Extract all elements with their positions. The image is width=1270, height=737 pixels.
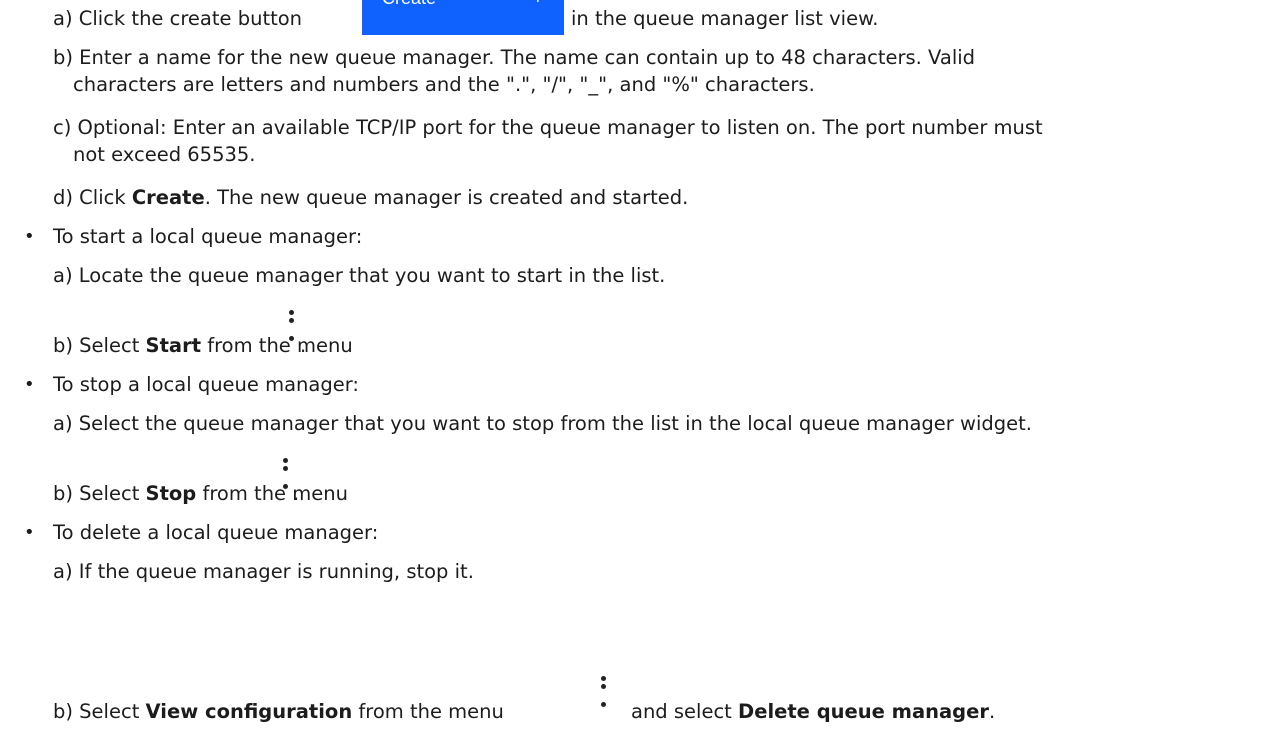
bullet-icon: •: [24, 226, 35, 247]
overflow-menu-icon: [601, 676, 607, 712]
click-create-prefix: d) Click: [53, 186, 132, 209]
plus-icon: +: [532, 0, 544, 13]
port-step-line1: c) Optional: Enter an available TCP/IP p…: [53, 116, 1043, 139]
stop-step-b-suffix: from the menu: [196, 482, 348, 505]
delete-queue-manager-bold: Delete queue manager: [738, 700, 989, 723]
delete-step-b: b) Select View configuration from the me…: [53, 697, 504, 726]
bullet-icon: •: [24, 522, 35, 543]
stop-heading: To stop a local queue manager:: [53, 373, 359, 396]
stop-step-b-prefix: b) Select: [53, 482, 146, 505]
bullet-icon: •: [24, 374, 35, 395]
port-step-line2: not exceed 65535.: [73, 143, 256, 166]
stop-step-a: a) Select the queue manager that you wan…: [53, 412, 1032, 435]
create-button[interactable]: Create +: [362, 0, 564, 35]
click-create-step: d) Click Create. The new queue manager i…: [53, 183, 688, 212]
stop-step-b: b) Select Stop from the menu: [53, 479, 348, 508]
delete-step-a: a) If the queue manager is running, stop…: [53, 560, 474, 583]
delete-step-b-middle: from the menu: [352, 700, 504, 723]
start-step-b-suffix: from the menu: [201, 334, 353, 357]
overflow-menu-icon: [289, 310, 295, 346]
start-step-b: b) Select Start from the menu: [53, 331, 353, 360]
start-heading: To start a local queue manager:: [53, 225, 363, 248]
delete-heading: To delete a local queue manager:: [53, 521, 379, 544]
start-step-a: a) Locate the queue manager that you wan…: [53, 264, 666, 287]
delete-step-b-and: and select: [631, 700, 739, 723]
delete-step-b-prefix: b) Select: [53, 700, 146, 723]
create-step-suffix: in the queue manager list view.: [571, 7, 879, 30]
create-step-line: a) Click the create button: [53, 4, 302, 33]
create-step-prefix: a) Click the create button: [53, 7, 303, 30]
overflow-menu-icon: [283, 458, 289, 494]
start-step-b-prefix: b) Select: [53, 334, 146, 357]
view-configuration-bold: View configuration: [145, 700, 353, 723]
create-button-label: Create: [382, 0, 436, 13]
stop-step-b-end: .: [293, 482, 300, 505]
name-step-line1: b) Enter a name for the new queue manage…: [53, 46, 976, 69]
delete-step-b-period: .: [988, 700, 996, 723]
stop-bold: Stop: [145, 482, 197, 505]
create-bold: Create: [131, 186, 205, 209]
click-create-suffix: . The new queue manager is created and s…: [204, 186, 689, 209]
delete-step-b-end: and select Delete queue manager.: [631, 697, 995, 726]
start-bold: Start: [145, 334, 202, 357]
name-step-line2: characters are letters and numbers and t…: [73, 73, 815, 96]
start-step-b-end: .: [300, 334, 307, 357]
